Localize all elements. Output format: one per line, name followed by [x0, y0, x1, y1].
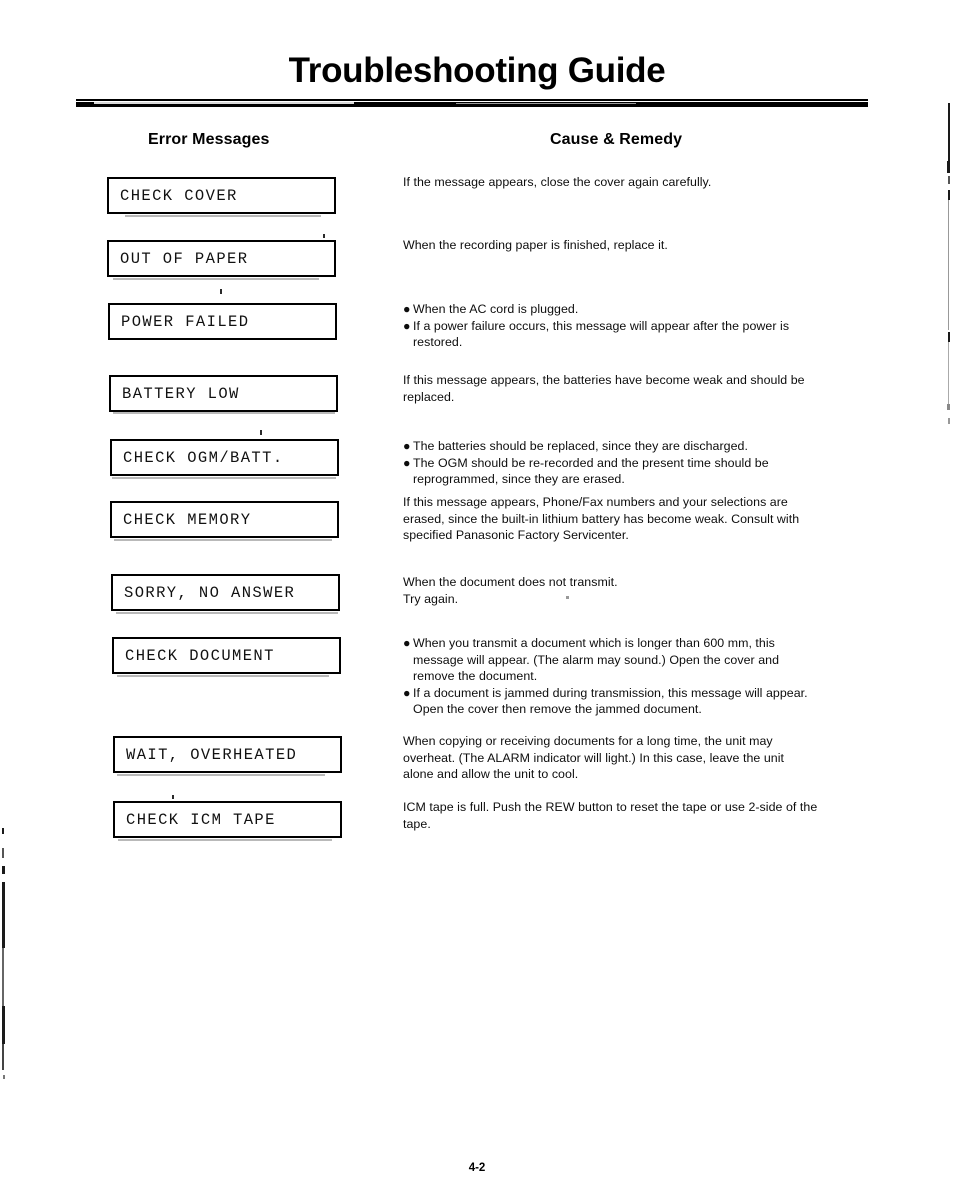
error-message-box: CHECK DOCUMENT: [112, 637, 341, 674]
error-message-box: CHECK MEMORY: [110, 501, 339, 538]
remedy-block: When the document does not transmit. Try…: [403, 574, 881, 607]
error-message-box: WAIT, OVERHEATED: [113, 736, 342, 773]
scan-edge-artifact: [2, 866, 5, 874]
remedy-line: When the AC cord is plugged.: [413, 302, 579, 316]
remedy-block: If this message appears, Phone/Fax numbe…: [403, 494, 881, 544]
scan-ghost-line: [117, 774, 325, 776]
remedy-bullet-line: ● When the AC cord is plugged.: [403, 301, 881, 318]
bullet-dot-icon: ●: [403, 685, 411, 700]
scan-ghost-line: [125, 215, 321, 217]
error-message-box: CHECK COVER: [107, 177, 336, 214]
remedy-block: ● When you transmit a document which is …: [403, 635, 881, 718]
scan-ghost-line: [116, 612, 338, 614]
remedy-line: If this message appears, Phone/Fax numbe…: [403, 495, 788, 509]
remedy-line: message will appear. (The alarm may soun…: [413, 652, 780, 667]
remedy-line: overheat. (The ALARM indicator will ligh…: [403, 750, 785, 765]
scan-speck: [260, 430, 262, 435]
title-divider-rule: [76, 99, 868, 108]
scan-ghost-line: [113, 278, 319, 280]
page-title: Troubleshooting Guide: [288, 51, 666, 90]
remedy-block: ● When the AC cord is plugged. ● If a po…: [403, 301, 881, 351]
scan-ghost-line: [118, 839, 332, 841]
error-message-box: CHECK OGM/BATT.: [110, 439, 339, 476]
scan-ghost-line: [112, 477, 336, 479]
error-message-box: CHECK ICM TAPE: [113, 801, 342, 838]
remedy-line: ICM tape is full. Push the REW button to…: [403, 800, 818, 814]
remedy-line: erased, since the built-in lithium batte…: [403, 511, 800, 526]
scan-speck: [172, 795, 174, 799]
remedy-line: If this message appears, the batteries h…: [403, 373, 805, 387]
bullet-dot-icon: ●: [403, 302, 411, 316]
remedy-line: Open the cover then remove the jammed do…: [413, 702, 702, 717]
page-number: 4-2: [468, 1162, 486, 1174]
remedy-line: If the message appears, close the cover …: [403, 175, 712, 189]
remedy-line: alone and allow the unit to cool.: [403, 767, 579, 782]
error-message-box: SORRY, NO ANSWER: [111, 574, 340, 611]
scan-ghost-line: [114, 539, 332, 541]
remedy-block: If this message appears, the batteries h…: [403, 372, 881, 405]
scan-speck: [323, 234, 325, 238]
bullet-dot-icon: ●: [403, 636, 411, 650]
scan-edge-artifact: [947, 404, 950, 410]
scan-edge-artifact: [2, 948, 4, 1006]
remedy-line: tape.: [403, 816, 431, 831]
remedy-line: When the document does not transmit.: [403, 575, 618, 589]
scan-speck: [566, 596, 569, 599]
scan-edge-artifact: [948, 418, 950, 424]
remedy-bullet-line: ● The batteries should be replaced, sinc…: [403, 438, 881, 455]
bullet-dot-icon: ●: [403, 318, 411, 333]
scan-edge-artifact: [948, 332, 950, 342]
scan-edge-artifact: [2, 1044, 4, 1070]
bullet-dot-icon: ●: [403, 439, 411, 453]
remedy-line: restored.: [413, 335, 463, 350]
scan-edge-artifact: [2, 1006, 5, 1044]
remedy-block: When copying or receiving documents for …: [403, 733, 881, 783]
scan-edge-artifact: [948, 200, 949, 330]
remedy-line: remove the document.: [413, 669, 538, 684]
scan-ghost-line: [117, 675, 329, 677]
remedy-line: When you transmit a document which is lo…: [413, 636, 775, 650]
remedy-line: If a document is jammed during transmiss…: [413, 685, 808, 700]
remedy-bullet-line: ● The OGM should be re-recorded and the …: [403, 455, 881, 472]
scan-edge-artifact: [948, 342, 949, 404]
remedy-line: If a power failure occurs, this message …: [413, 318, 790, 333]
remedy-bullet-line: ● If a document is jammed during transmi…: [403, 685, 881, 702]
remedy-line: When copying or receiving documents for …: [403, 734, 773, 748]
scan-edge-artifact: [2, 882, 5, 948]
remedy-line: When the recording paper is finished, re…: [403, 238, 668, 252]
scan-edge-artifact: [948, 190, 950, 200]
scan-edge-artifact: [2, 828, 4, 834]
remedy-block: ● The batteries should be replaced, sinc…: [403, 438, 881, 488]
remedy-bullet-line: ● When you transmit a document which is …: [403, 635, 881, 652]
column-heading-error-messages: Error Messages: [148, 131, 270, 148]
scan-edge-artifact: [948, 103, 950, 161]
remedy-bullet-line: ● If a power failure occurs, this messag…: [403, 318, 881, 335]
error-message-box: POWER FAILED: [108, 303, 337, 340]
scan-edge-artifact: [3, 1075, 5, 1079]
scan-edge-artifact: [948, 176, 950, 184]
scan-edge-artifact: [947, 161, 950, 173]
remedy-line: reprogrammed, since they are erased.: [413, 472, 625, 487]
error-message-box: BATTERY LOW: [109, 375, 338, 412]
scan-edge-artifact: [2, 848, 4, 858]
remedy-block: When the recording paper is finished, re…: [403, 237, 881, 254]
remedy-line: specified Panasonic Factory Servicenter.: [403, 528, 629, 543]
scan-ghost-line: [113, 412, 335, 414]
bullet-dot-icon: ●: [403, 455, 411, 470]
column-heading-cause-remedy: Cause & Remedy: [550, 131, 683, 148]
remedy-line: Try again.: [403, 591, 459, 606]
remedy-line: The batteries should be replaced, since …: [413, 439, 748, 453]
remedy-block: ICM tape is full. Push the REW button to…: [403, 799, 881, 832]
remedy-line: replaced.: [403, 389, 455, 404]
remedy-line: The OGM should be re-recorded and the pr…: [413, 455, 769, 470]
error-message-box: OUT OF PAPER: [107, 240, 336, 277]
remedy-block: If the message appears, close the cover …: [403, 174, 881, 191]
scan-speck: [220, 289, 222, 294]
